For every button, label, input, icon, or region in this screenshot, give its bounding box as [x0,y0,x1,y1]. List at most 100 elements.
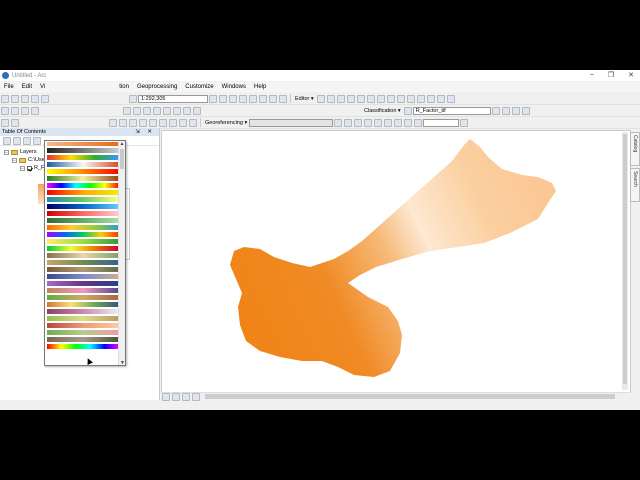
color-ramp-option[interactable] [47,183,119,188]
training-manager-icon[interactable] [511,106,520,115]
map-view[interactable] [161,130,631,400]
marker-icon[interactable] [149,118,157,127]
cut-polygons-icon[interactable] [396,94,405,103]
layer-select[interactable]: R_Factor_tif [412,106,491,115]
undo-icon[interactable] [179,118,187,127]
table-of-contents-icon[interactable] [229,94,237,103]
select-elements-icon[interactable] [123,106,131,115]
color-ramp-option[interactable] [47,162,119,167]
cut-button[interactable] [41,94,49,103]
scroll-down-icon[interactable]: ▼ [119,360,125,365]
add-control-points-icon[interactable] [364,118,373,127]
catalog-window-icon[interactable] [239,94,247,103]
link-table-icon[interactable] [374,118,383,127]
rotate-icon[interactable] [334,118,343,127]
toc-window-controls[interactable]: ⇲ ✕ [135,128,159,136]
color-ramp-option[interactable] [47,288,119,293]
color-ramp-option[interactable] [47,260,119,265]
hyperlink-icon[interactable] [163,106,171,115]
edit-annotation-icon[interactable] [326,94,335,103]
attributes-icon[interactable] [426,94,435,103]
identify-icon[interactable] [133,106,141,115]
print-button[interactable] [31,94,39,103]
layout-view-icon[interactable] [1,118,9,127]
measure-icon[interactable] [153,106,161,115]
color-ramp-option[interactable] [47,142,119,146]
color-ramp-option[interactable] [47,204,119,209]
end-point-arc-icon[interactable] [346,94,355,103]
map-scale-select[interactable]: 1:292,305 [138,94,208,103]
create-viewer-icon[interactable] [193,106,201,115]
color-ramp-option[interactable] [47,337,119,342]
collapse-icon[interactable]: − [4,149,9,155]
collapse-icon[interactable]: − [20,165,25,171]
georeferencing-menu-button[interactable]: Georeferencing ▾ [203,120,249,126]
color-ramp-option[interactable] [47,302,119,307]
menu-customize[interactable]: Customize [181,84,217,90]
menu-edit[interactable]: Edit [18,84,36,90]
add-data-button[interactable] [129,94,137,103]
menu-selection[interactable]: tion [115,84,133,90]
effects-icon[interactable] [460,118,469,127]
training-sample-icon[interactable] [501,106,510,115]
rotate-tool-icon[interactable] [416,94,425,103]
update-display-icon[interactable] [404,118,413,127]
restore-icon[interactable]: ❐ [608,71,614,79]
shift-icon[interactable] [344,118,353,127]
edit-tool-icon[interactable] [316,94,325,103]
menu-help[interactable]: Help [250,84,270,90]
create-features-icon[interactable] [446,94,455,103]
layer-visibility-checkbox[interactable] [27,165,32,171]
redo-icon[interactable] [189,118,197,127]
auto-registration-icon[interactable] [394,118,403,127]
color-ramp-scrollbar[interactable]: ▲ ▼ [118,141,125,365]
scroll-thumb[interactable] [623,134,627,384]
reshape-feature-icon[interactable] [386,94,395,103]
color-ramp-dropdown[interactable]: ▲ ▼ [44,140,126,366]
html-popup-icon[interactable] [173,106,181,115]
data-view-button[interactable] [162,392,170,401]
search-tab[interactable]: Search [630,168,640,202]
polyline-icon[interactable] [129,118,137,127]
time-slider-icon[interactable] [183,106,191,115]
collapse-icon[interactable]: − [12,157,17,163]
arctoolbox-icon[interactable] [259,94,267,103]
layout-view-button[interactable] [172,392,180,401]
open-button[interactable] [11,94,19,103]
color-ramp-option[interactable] [47,267,119,272]
color-ramp-option[interactable] [47,169,119,174]
data-view-icon[interactable] [11,118,19,127]
save-button[interactable] [21,94,29,103]
pause-drawing-icon[interactable] [192,392,200,401]
color-ramp-option[interactable] [47,316,119,321]
color-ramp-option[interactable] [47,295,119,300]
close-icon[interactable]: ✕ [628,71,634,79]
color-ramp-option[interactable] [47,155,119,160]
search-window-icon[interactable] [249,94,257,103]
scroll-up-icon[interactable]: ▲ [119,141,125,148]
minimize-icon[interactable]: – [590,71,594,79]
modelbuilder-icon[interactable] [279,94,287,103]
editor-menu-button[interactable]: Editor ▾ [293,96,316,102]
menu-file[interactable]: File [0,84,18,90]
color-ramp-option[interactable] [47,246,119,251]
list-by-drawing-order-icon[interactable] [3,136,11,145]
python-window-icon[interactable] [269,94,277,103]
georef-opacity-field[interactable] [423,118,460,127]
color-ramp-option[interactable] [47,309,119,314]
straight-segment-icon[interactable] [336,94,345,103]
georef-layer-select[interactable] [249,118,334,127]
classify-icon[interactable] [521,106,530,115]
edit-vertices-icon[interactable] [376,94,385,103]
menu-windows[interactable]: Windows [218,84,250,90]
color-ramp-option[interactable] [47,323,119,328]
map-horizontal-scrollbar[interactable] [205,394,615,399]
color-ramp-option[interactable] [47,218,119,223]
polygon-icon[interactable] [139,118,147,127]
chevron-down-icon[interactable] [209,94,217,103]
color-ramp-option[interactable] [47,253,119,258]
viewer-icon[interactable] [384,118,393,127]
map-vertical-scrollbar[interactable] [622,132,628,390]
color-ramp-option[interactable] [47,197,119,202]
point-icon[interactable] [366,94,375,103]
